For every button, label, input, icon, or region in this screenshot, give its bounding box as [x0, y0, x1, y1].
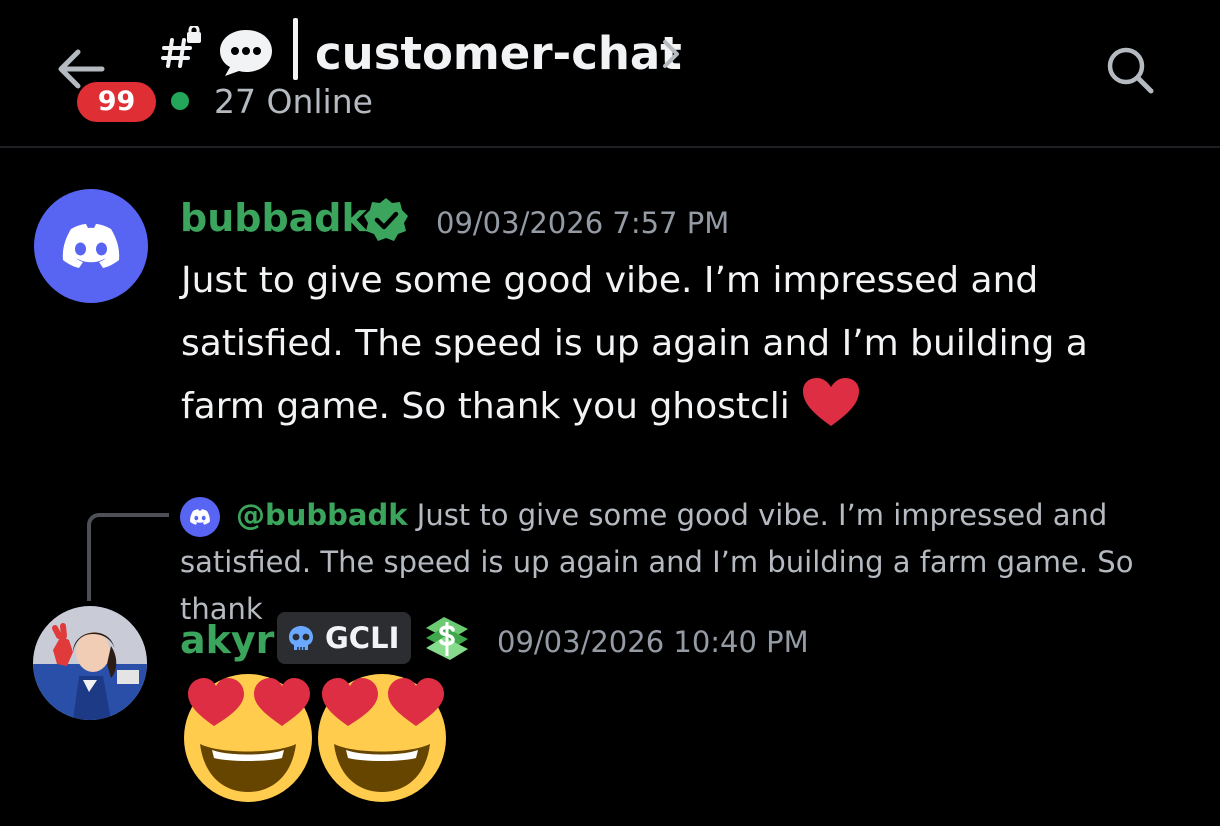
red-heart-icon	[803, 378, 860, 426]
verified-badge-icon	[364, 198, 408, 241]
discord-logo-icon	[62, 224, 120, 268]
message-content: Just to give some good vibe. I’m impress…	[181, 249, 1161, 438]
online-count[interactable]: 27 Online	[214, 82, 373, 122]
avatar[interactable]	[33, 606, 147, 720]
heart-eyes-emoji	[318, 674, 446, 802]
username[interactable]: akyr	[180, 615, 274, 665]
channel-name[interactable]: customer-chat	[315, 24, 682, 84]
message-timestamp: 09/03/2026 7:57 PM	[436, 206, 730, 240]
guild-tag-label: GCLI	[325, 621, 400, 655]
heart-eyes-emoji	[184, 674, 312, 802]
channel-name-divider	[293, 18, 298, 80]
online-status-dot	[171, 92, 189, 110]
avatar[interactable]	[34, 189, 148, 303]
username[interactable]: bubbadk	[180, 193, 367, 243]
reply-mention[interactable]: @bubbadk	[236, 498, 408, 532]
unread-badge: 99	[77, 82, 156, 122]
private-channel-icon	[161, 26, 201, 68]
search-icon[interactable]	[1104, 44, 1156, 96]
channel-header: 99 27 Online customer-chat	[0, 0, 1220, 148]
message-timestamp: 09/03/2026 10:40 PM	[497, 625, 809, 659]
chat-bubble-icon	[220, 30, 272, 76]
guild-tag[interactable]: GCLI	[277, 612, 411, 664]
message-text: Just to give some good vibe. I’m impress…	[181, 260, 1088, 427]
skull-icon	[289, 626, 313, 650]
user-avatar-image	[33, 606, 147, 720]
reply-connector	[87, 513, 169, 601]
money-icon	[426, 617, 468, 660]
chevron-right-icon[interactable]	[660, 38, 682, 70]
